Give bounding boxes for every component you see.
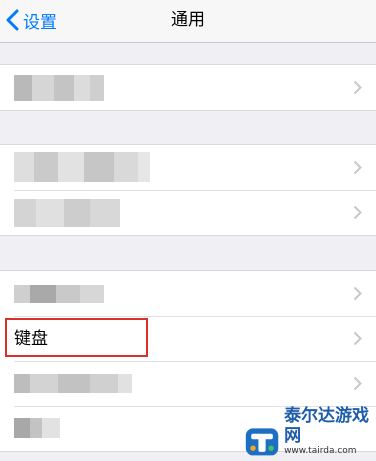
- obscured-label: [14, 418, 60, 438]
- obscured-label: [14, 374, 132, 393]
- obscured-label: [14, 285, 104, 303]
- watermark: 泰尔达游戏网 www.tairda.com: [244, 406, 376, 461]
- chevron-right-icon: [353, 80, 362, 95]
- navigation-bar: 设置 通用: [0, 0, 376, 43]
- obscured-label: [14, 199, 120, 227]
- highlight-box: [5, 318, 148, 357]
- chevron-right-icon: [353, 160, 362, 175]
- chevron-right-icon: [353, 331, 362, 346]
- settings-row-obscured[interactable]: [0, 190, 376, 235]
- settings-row-obscured[interactable]: [0, 361, 376, 406]
- chevron-right-icon: [353, 376, 362, 391]
- tairda-logo-icon: [245, 428, 279, 456]
- settings-row-obscured[interactable]: [0, 145, 376, 190]
- settings-group-2: [0, 144, 376, 236]
- obscured-label: [14, 75, 104, 101]
- settings-group-1: [0, 64, 376, 111]
- page-title: 通用: [171, 10, 205, 30]
- watermark-url: www.tairda.com: [284, 446, 357, 456]
- chevron-right-icon: [353, 205, 362, 220]
- obscured-label: [14, 152, 150, 182]
- settings-row-obscured[interactable]: [0, 271, 376, 316]
- watermark-brand: 泰尔达游戏网: [284, 406, 370, 446]
- chevron-right-icon: [353, 286, 362, 301]
- settings-row-obscured[interactable]: [0, 65, 376, 110]
